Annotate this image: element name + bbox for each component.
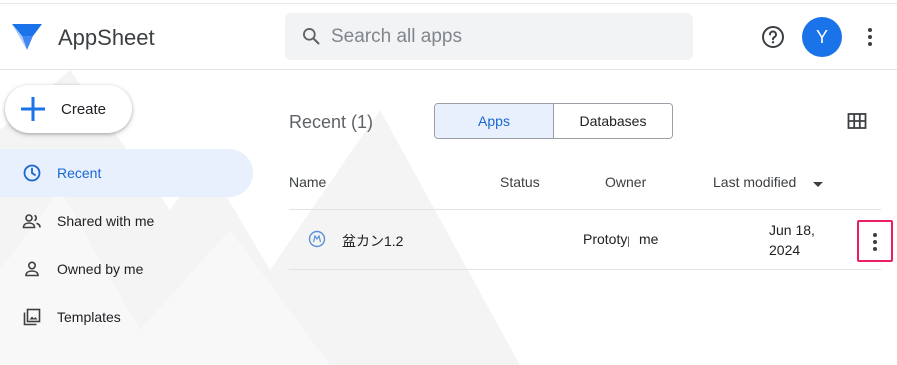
app-name-cell[interactable]: 盆カン1.2	[342, 231, 403, 251]
status-cell: Prototype	[583, 231, 629, 247]
column-header-status[interactable]: Status	[500, 174, 540, 190]
clock-icon	[23, 164, 41, 182]
people-icon	[22, 214, 41, 229]
sidebar-item-label: Shared with me	[57, 213, 155, 229]
sidebar-item-recent[interactable]: Recent	[0, 149, 253, 197]
more-vert-icon[interactable]	[862, 25, 878, 49]
sidebar-item-label: Templates	[57, 309, 121, 325]
page-title: Recent (1)	[289, 112, 374, 132]
row-more-options-button[interactable]	[857, 220, 893, 262]
account-avatar[interactable]: Y	[802, 17, 842, 57]
owner-cell: me	[639, 231, 659, 247]
sidebar-item-templates[interactable]: Templates	[0, 293, 253, 341]
top-divider	[0, 3, 897, 4]
grid-view-icon[interactable]	[847, 111, 867, 131]
table-header: Name Status Owner Last modified	[289, 170, 881, 210]
search-input[interactable]	[331, 13, 681, 60]
create-label: Create	[61, 101, 107, 118]
sidebar-item-label: Owned by me	[57, 261, 144, 277]
more-vert-icon	[873, 233, 877, 251]
tab-apps[interactable]: Apps	[435, 104, 554, 138]
column-header-name[interactable]: Name	[289, 174, 326, 190]
app-icon	[308, 230, 326, 248]
column-header-last-modified[interactable]: Last modified	[713, 174, 796, 190]
sidebar-item-owned[interactable]: Owned by me	[0, 245, 253, 293]
last-modified-cell: Jun 18, 2024	[769, 222, 815, 258]
sidebar-item-shared[interactable]: Shared with me	[0, 197, 253, 245]
table-row[interactable]: 盆カン1.2 Prototype me Jun 18, 2024	[289, 210, 893, 270]
view-toggle: Apps Databases	[434, 103, 673, 139]
templates-icon	[23, 308, 41, 326]
search-icon	[303, 28, 320, 45]
create-button[interactable]: Create	[5, 85, 132, 133]
search-bar[interactable]	[285, 13, 693, 60]
appsheet-logo-icon[interactable]	[12, 24, 42, 50]
top-app-bar: AppSheet Y	[0, 0, 897, 70]
sort-descending-icon[interactable]	[811, 177, 825, 191]
sidebar-item-label: Recent	[57, 165, 102, 181]
plus-icon	[21, 97, 45, 121]
column-header-owner[interactable]: Owner	[605, 174, 646, 190]
person-icon	[25, 261, 39, 277]
tab-databases[interactable]: Databases	[554, 104, 672, 138]
app-name: AppSheet	[58, 25, 155, 50]
sidebar-nav: Recent Shared with me Owned by me Templa…	[0, 149, 253, 341]
help-icon[interactable]	[761, 25, 785, 49]
